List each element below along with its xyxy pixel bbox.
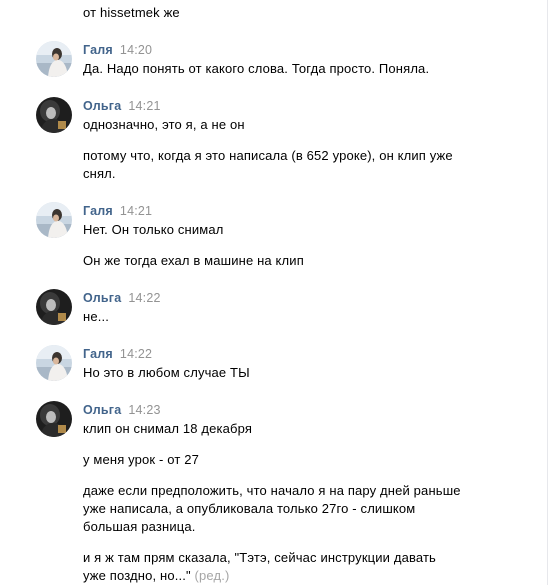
message-line: большая разница.: [83, 519, 196, 534]
message-text: Да. Надо понять от какого слова. Тогда п…: [83, 61, 430, 76]
message-time[interactable]: 14:22: [120, 347, 152, 361]
message-line: даже если предположить, что начало я на …: [83, 483, 461, 498]
message-time[interactable]: 14:22: [128, 291, 160, 305]
avatar-photo: [36, 289, 72, 325]
message-line: уже написала, а опубликовала только 27го…: [83, 501, 416, 516]
message-text: и я ж там прям сказала, "Тэтэ, сейчас ин…: [83, 549, 436, 585]
avatar-galya[interactable]: [36, 345, 72, 381]
message-header: Ольга 14:22: [83, 290, 161, 306]
author-name[interactable]: Галя: [83, 43, 113, 57]
avatar-photo: [36, 345, 72, 381]
author-name[interactable]: Ольга: [83, 99, 121, 113]
avatar-photo: [36, 41, 72, 77]
message-time[interactable]: 14:23: [128, 403, 160, 417]
message-text: Нет. Он только снимал: [83, 222, 224, 237]
avatar-photo: [36, 97, 72, 133]
message-time[interactable]: 14:20: [120, 43, 152, 57]
avatar-photo: [36, 401, 72, 437]
author-name[interactable]: Галя: [83, 347, 113, 361]
avatar-olga[interactable]: [36, 401, 72, 437]
author-name[interactable]: Галя: [83, 204, 113, 218]
message-header: Галя 14:22: [83, 346, 152, 362]
chat-history[interactable]: от hissetmek же Галя 14:20 Да. Надо понят…: [0, 0, 548, 585]
author-name[interactable]: Ольга: [83, 403, 121, 417]
message-text: у меня урок - от 27: [83, 452, 199, 467]
message-line: снял.: [83, 166, 116, 181]
avatar-olga[interactable]: [36, 289, 72, 325]
author-name[interactable]: Ольга: [83, 291, 121, 305]
message-header: Галя 14:21: [83, 203, 152, 219]
message-text: потому что, когда я это написала (в 652 …: [83, 147, 453, 183]
message-line: потому что, когда я это написала (в 652 …: [83, 148, 453, 163]
message-text: однозначно, это я, а не он: [83, 117, 245, 132]
message-text: даже если предположить, что начало я на …: [83, 482, 461, 536]
message-line: и я ж там прям сказала, "Тэтэ, сейчас ин…: [83, 550, 436, 565]
message-text: Он же тогда ехал в машине на клип: [83, 253, 304, 268]
avatar-olga[interactable]: [36, 97, 72, 133]
message-text: Но это в любом случае ТЫ: [83, 365, 250, 380]
message-text: клип он снимал 18 декабря: [83, 421, 253, 436]
message-time[interactable]: 14:21: [120, 204, 152, 218]
message-line: уже поздно, но...": [83, 568, 191, 583]
avatar-galya[interactable]: [36, 41, 72, 77]
message-text: от hissetmek же: [83, 5, 180, 20]
avatar-photo: [36, 202, 72, 238]
message-text: не...: [83, 309, 109, 324]
avatar-galya[interactable]: [36, 202, 72, 238]
message-header: Ольга 14:23: [83, 402, 161, 418]
message-header: Ольга 14:21: [83, 98, 161, 114]
edited-label[interactable]: (ред.): [195, 568, 230, 583]
message-header: Галя 14:20: [83, 42, 152, 58]
message-time[interactable]: 14:21: [128, 99, 160, 113]
